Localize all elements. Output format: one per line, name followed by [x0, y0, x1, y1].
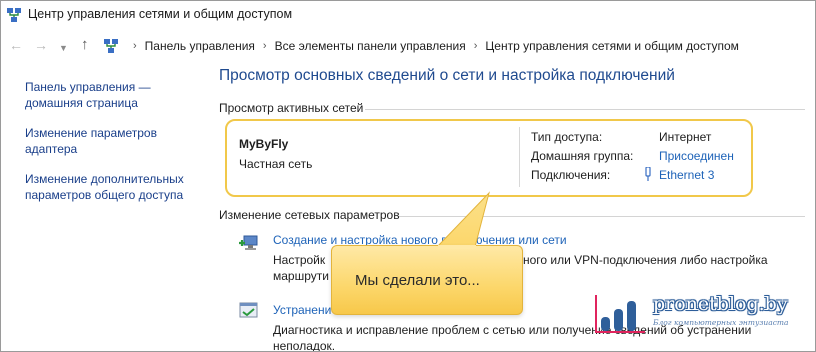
control-panel-window: Центр управления сетями и общим доступом…: [0, 0, 816, 352]
callout-text: Мы сделали это...: [355, 272, 480, 289]
watermark-logo-icon: [595, 295, 645, 333]
watermark-slogan: Блог компьютерных энтузиаста: [653, 318, 789, 327]
watermark-site-name: pronetblog.by: [653, 293, 788, 315]
callout-tail-cover: [438, 245, 476, 249]
